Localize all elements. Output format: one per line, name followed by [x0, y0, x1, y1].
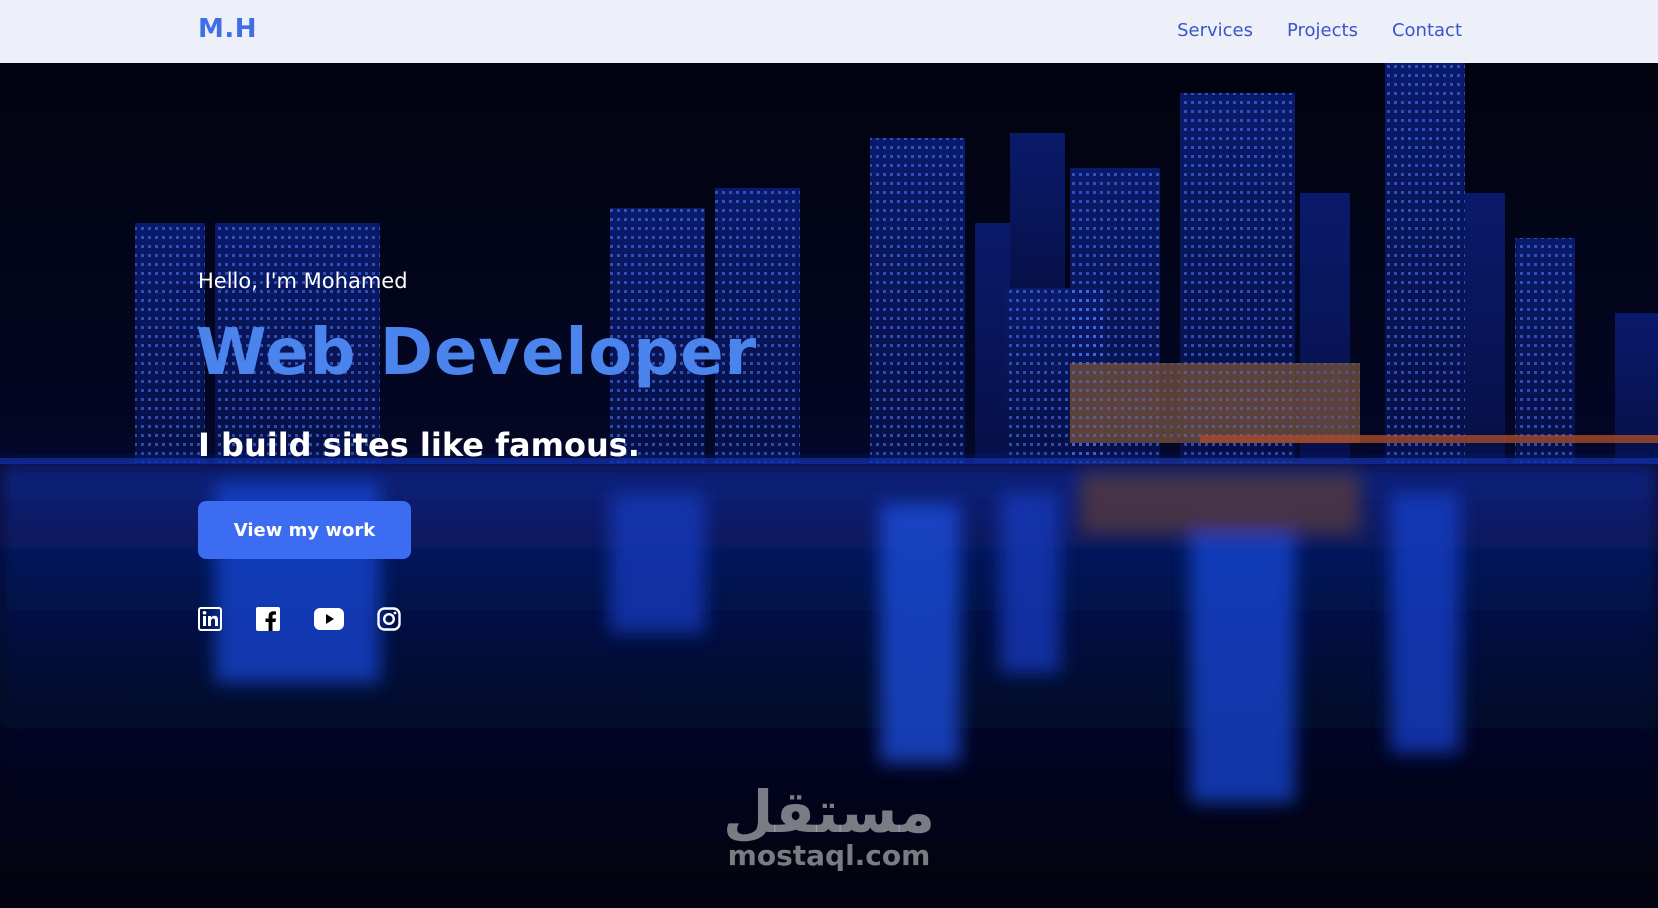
hero-section: Hello, I'm Mohamed Web Developer I build… [0, 63, 1658, 908]
nav-links: Services Projects Contact [1143, 20, 1462, 41]
youtube-icon[interactable] [314, 608, 344, 630]
instagram-icon[interactable] [377, 607, 401, 631]
nav-link-projects[interactable]: Projects [1287, 20, 1358, 41]
site-logo[interactable]: M.H [198, 14, 257, 44]
hero-tagline: I build sites like famous. [198, 426, 640, 464]
nav-link-contact[interactable]: Contact [1392, 20, 1462, 41]
nav-link-services[interactable]: Services [1177, 20, 1253, 41]
view-my-work-button[interactable]: View my work [198, 501, 411, 559]
hero-title: Web Developer [196, 316, 758, 390]
watermark-arabic: مستقل [722, 778, 937, 846]
linkedin-icon[interactable] [198, 607, 222, 631]
mostaql-watermark: مستقل mostaql.com [0, 783, 1658, 872]
watermark-latin: mostaql.com [727, 839, 931, 872]
top-navbar: M.H Services Projects Contact [0, 0, 1658, 63]
hero-greeting: Hello, I'm Mohamed [198, 269, 408, 293]
facebook-icon[interactable] [256, 607, 280, 631]
social-links [198, 607, 401, 631]
